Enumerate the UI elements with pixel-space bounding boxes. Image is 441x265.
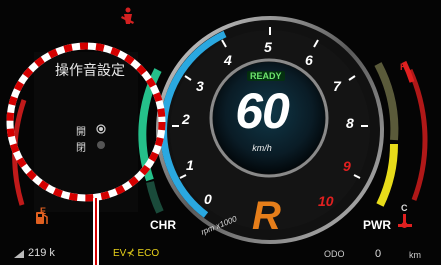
temp-cold-label: C — [401, 203, 408, 213]
drive-mode: EV⊀ ECO — [113, 248, 160, 259]
charge-label: CHR — [150, 218, 176, 232]
tach-tick-label: 1 — [186, 157, 194, 173]
gear-indicator: R — [252, 194, 281, 238]
ready-indicator: READY — [247, 71, 285, 81]
temp-hot-label: H — [400, 62, 407, 72]
tach-tick-label: 5 — [264, 39, 272, 55]
option-close[interactable]: 閉 — [76, 139, 86, 154]
speed-value: 60 — [235, 83, 290, 139]
seatbelt-warning-icon — [121, 7, 134, 24]
tach-tick-label: 8 — [346, 115, 354, 131]
option-open[interactable]: 開 — [76, 123, 86, 138]
fuel-empty-label: E — [40, 206, 47, 216]
menu-title: 操作音設定 — [55, 63, 125, 79]
range-value: 219 k — [28, 247, 55, 259]
coolant-temp-icon — [398, 214, 412, 228]
tach-tick-label: 0 — [204, 191, 212, 207]
tach-tick-label-red: 9 — [343, 158, 351, 174]
instrument-cluster: 操作音設定 開 閉 0 1 2 3 4 5 6 7 8 9 10 rpm x10… — [0, 0, 441, 265]
speed-unit: km/h — [252, 143, 272, 153]
tach-tick-label: 4 — [224, 52, 232, 68]
odo-value: 0 — [375, 248, 382, 260]
tach-tick-label: 2 — [182, 111, 190, 127]
tach-tick-label: 7 — [333, 78, 341, 94]
range-icon — [14, 250, 24, 258]
temp-arc — [407, 68, 428, 201]
tach-tick-label-red: 10 — [318, 193, 334, 209]
odo-unit: km — [409, 250, 421, 260]
tach-tick-label: 3 — [196, 78, 204, 94]
power-label: PWR — [363, 218, 391, 232]
radio-off-icon[interactable] — [97, 141, 105, 149]
odo-label: ODO — [324, 249, 345, 259]
charge-arc-dim — [146, 181, 164, 214]
power-arc — [376, 143, 398, 207]
tach-tick-label: 6 — [305, 52, 313, 68]
